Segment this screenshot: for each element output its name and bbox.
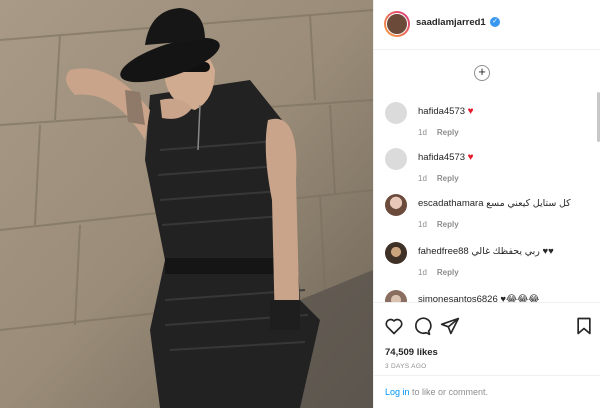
post-side-panel: saadlamjarred1 ✓ + hafida4573 ♥ 1d Reply … (373, 0, 600, 408)
commenter-avatar[interactable] (385, 290, 407, 302)
post-actions: 74,509 likes 3 DAYS AGO Log in to like o… (374, 302, 600, 408)
commenter-avatar[interactable] (385, 194, 407, 216)
author-username[interactable]: saadlamjarred1 (416, 17, 486, 28)
comment-item: escadathamara كل ستايل كيعني مسع 1d Reply (374, 188, 600, 234)
commenter-username[interactable]: escadathamara (418, 198, 483, 209)
commenter-avatar[interactable] (385, 148, 407, 170)
comment-item: fahedfree88 ربي يحفظك غالي ♥♥ 1d Reply (374, 236, 600, 282)
comment-item: simonesantos6826 ♥😂😂😂 (374, 284, 600, 302)
comment-meta: 1d Reply (418, 268, 459, 277)
verified-badge-icon: ✓ (490, 17, 500, 27)
comment-body: ♥😂😂😂 (500, 294, 540, 302)
post-image (0, 0, 373, 408)
comment-time[interactable]: 1d (418, 220, 427, 229)
load-more-comments-icon[interactable]: + (474, 65, 490, 81)
comment-time[interactable]: 1d (418, 174, 427, 183)
comment-text: escadathamara كل ستايل كيعني مسع (418, 198, 571, 209)
comment-meta: 1d Reply (418, 128, 459, 137)
login-prompt: Log in to like or comment. (385, 387, 488, 397)
comment-body: ♥ (467, 106, 474, 117)
comments-list: hafida4573 ♥ 1d Reply hafida4573 ♥ 1d Repl… (374, 92, 600, 302)
comment-meta: 1d Reply (418, 174, 459, 183)
share-paper-plane-icon[interactable] (440, 316, 460, 336)
comment-time[interactable]: 1d (418, 128, 427, 137)
post-photo[interactable] (0, 0, 373, 408)
comment-bubble-icon[interactable] (412, 316, 432, 336)
commenter-avatar[interactable] (385, 242, 407, 264)
commenter-username[interactable]: hafida4573 (418, 106, 465, 117)
comment-body: ربي يحفظك غالي ♥♥ (471, 246, 554, 257)
likes-label: likes (416, 347, 438, 358)
comment-time[interactable]: 1d (418, 268, 427, 277)
comment-item: hafida4573 ♥ 1d Reply (374, 142, 600, 188)
like-heart-icon[interactable] (384, 316, 404, 336)
commenter-username[interactable]: hafida4573 (418, 152, 465, 163)
commenter-avatar[interactable] (385, 102, 407, 124)
comment-text: fahedfree88 ربي يحفظك غالي ♥♥ (418, 246, 554, 257)
comment-item: hafida4573 ♥ 1d Reply (374, 96, 600, 142)
comment-text: hafida4573 ♥ (418, 106, 474, 117)
login-link[interactable]: Log in (385, 387, 410, 397)
comment-meta: 1d Reply (418, 220, 459, 229)
likes-number: 74,509 (385, 347, 415, 358)
comment-body: كل ستايل كيعني مسع (486, 198, 571, 209)
commenter-username[interactable]: fahedfree88 (418, 246, 469, 257)
reply-button[interactable]: Reply (437, 174, 459, 183)
reply-button[interactable]: Reply (437, 268, 459, 277)
post-date: 3 DAYS AGO (385, 363, 427, 370)
login-prompt-bar: Log in to like or comment. (374, 375, 600, 409)
comment-text: hafida4573 ♥ (418, 152, 474, 163)
author-avatar[interactable] (384, 11, 410, 37)
login-suffix: to like or comment. (409, 387, 489, 397)
reply-button[interactable]: Reply (437, 220, 459, 229)
comment-body: ♥ (467, 152, 474, 163)
comment-text: simonesantos6826 ♥😂😂😂 (418, 294, 539, 302)
likes-count[interactable]: 74,509 likes (385, 347, 438, 358)
commenter-username[interactable]: simonesantos6826 (418, 294, 498, 302)
bookmark-save-icon[interactable] (574, 316, 594, 336)
reply-button[interactable]: Reply (437, 128, 459, 137)
post-header: saadlamjarred1 ✓ (374, 0, 600, 50)
